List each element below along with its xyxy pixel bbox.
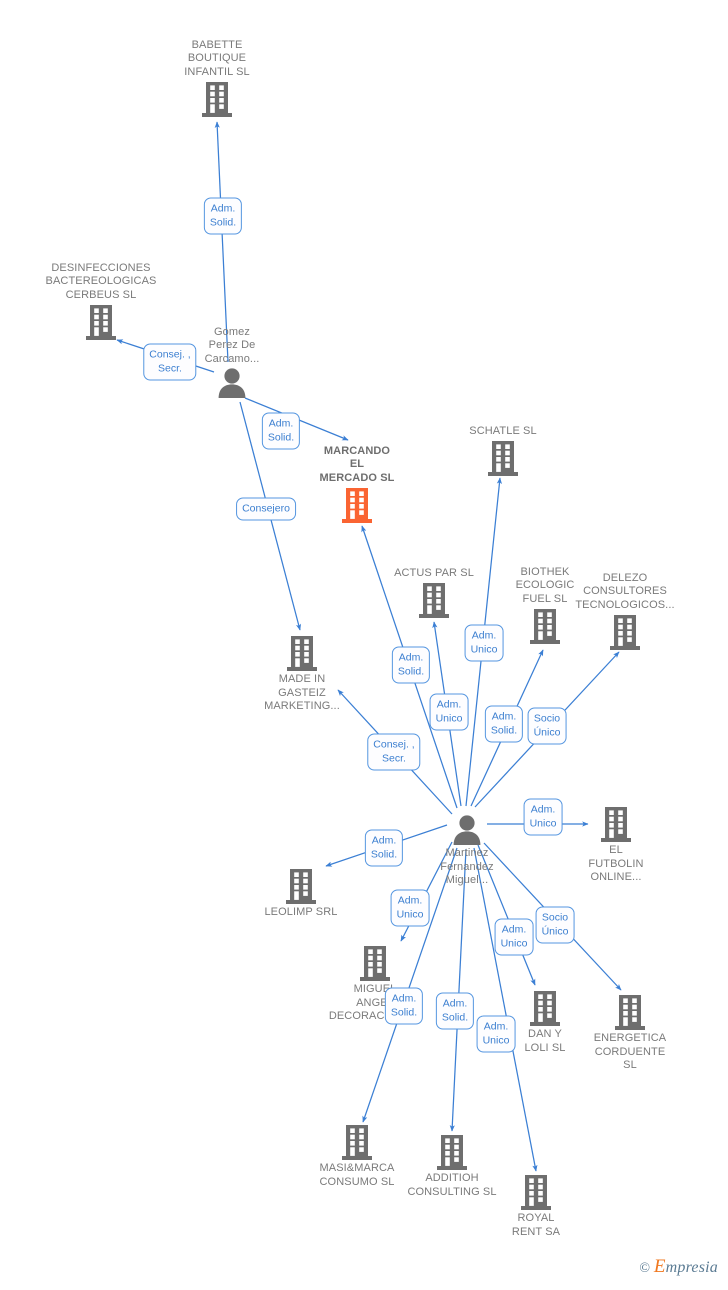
node-label: DESINFECCIONES BACTEREOLOGICAS CERBEUS S…	[45, 261, 157, 301]
building-icon	[282, 486, 432, 524]
relation-badge-desinf[interactable]: Consej. , Secr.	[143, 343, 197, 381]
node-label: MADE IN GASTEIZ MARKETING...	[264, 673, 340, 712]
relation-badge-schatle[interactable]: Adm. Unico	[464, 624, 504, 662]
relation-badge-biothek[interactable]: Adm. Solid.	[484, 705, 524, 743]
building-icon	[377, 1133, 527, 1171]
company-node-energetica[interactable]: ENERGETICA CORDUENTE SL	[555, 993, 705, 1073]
company-node-leolimp[interactable]: LEOLIMP SRL	[226, 867, 376, 920]
relation-badge-marcando2[interactable]: Adm. Unico	[429, 693, 469, 731]
relation-badge-danyloli[interactable]: Adm. Unico	[494, 918, 534, 956]
relation-badge-miguel[interactable]: Adm. Unico	[390, 889, 430, 927]
node-label: ROYAL RENT SA	[511, 1212, 561, 1238]
building-icon	[227, 634, 377, 672]
copyright-symbol: ©	[639, 1261, 651, 1276]
company-node-schatle[interactable]: SCHATLE SL	[428, 425, 578, 478]
company-node-miguelangel[interactable]: MIGUEL ANGEL DECORACION SL	[300, 944, 450, 1024]
building-icon	[461, 1173, 611, 1211]
node-label: Martinez Fernandez Miguel...	[440, 847, 494, 886]
company-node-madein[interactable]: MADE IN GASTEIZ MARKETING...	[227, 634, 377, 714]
building-icon	[428, 439, 578, 477]
building-icon	[541, 805, 691, 843]
brand-rest: mpresia	[665, 1259, 718, 1276]
person-icon	[392, 814, 542, 846]
company-node-delezo[interactable]: DELEZO CONSULTORES TECNOLOGICOS...	[550, 572, 700, 652]
company-node-marcando[interactable]: MARCANDO EL MERCADO SL	[282, 445, 432, 525]
company-node-royal[interactable]: ROYAL RENT SA	[461, 1173, 611, 1239]
node-label: ENERGETICA CORDUENTE SL	[593, 1032, 667, 1071]
relation-badge-actus[interactable]: Adm. Solid.	[391, 646, 431, 684]
relation-badge-marcando[interactable]: Adm. Solid.	[261, 412, 301, 450]
relation-badge-masimarca[interactable]: Adm. Solid.	[384, 987, 424, 1025]
brand-name: Empresia	[653, 1256, 718, 1277]
building-icon	[555, 993, 705, 1031]
relation-badge-leolimp[interactable]: Adm. Solid.	[364, 829, 404, 867]
relation-badge-additioh[interactable]: Adm. Solid.	[435, 992, 475, 1030]
node-label: LEOLIMP SRL	[264, 906, 338, 918]
relation-badge-babette[interactable]: Adm. Solid.	[203, 197, 243, 235]
node-label: EL FUTBOLIN ONLINE...	[588, 844, 644, 883]
node-label: MIGUEL ANGEL DECORACION SL	[328, 983, 421, 1022]
brand-initial: E	[653, 1256, 666, 1277]
building-icon	[26, 303, 176, 341]
node-label: DELEZO CONSULTORES TECNOLOGICOS...	[575, 571, 675, 611]
building-icon	[550, 613, 700, 651]
relation-badge-madein2[interactable]: Consej. , Secr.	[367, 733, 421, 771]
relation-badge-royal[interactable]: Adm. Unico	[476, 1015, 516, 1053]
node-label: SCHATLE SL	[469, 424, 537, 437]
company-node-desinfecciones[interactable]: DESINFECCIONES BACTEREOLOGICAS CERBEUS S…	[26, 262, 176, 342]
company-node-babette[interactable]: BABETTE BOUTIQUE INFANTIL SL	[142, 39, 292, 119]
edge-martinez-to-additioh	[449, 848, 467, 1132]
relation-badge-energetica[interactable]: Socio Único	[535, 906, 575, 944]
empresia-watermark: © Empresia	[639, 1256, 718, 1278]
building-icon	[226, 867, 376, 905]
node-label: MARCANDO EL MERCADO SL	[319, 444, 395, 484]
relation-badge-delezo[interactable]: Socio Único	[527, 707, 567, 745]
relationship-graph-canvas: BABETTE BOUTIQUE INFANTIL SL DESINFECCION…	[0, 0, 728, 1290]
building-icon	[300, 944, 450, 982]
relation-badge-madein1[interactable]: Consejero	[236, 497, 296, 521]
company-node-futbolin[interactable]: EL FUTBOLIN ONLINE...	[541, 805, 691, 885]
node-label: BABETTE BOUTIQUE INFANTIL SL	[184, 38, 250, 78]
person-node-martinez[interactable]: Martinez Fernandez Miguel...	[392, 814, 542, 888]
building-icon	[142, 80, 292, 118]
relation-badge-futbolin[interactable]: Adm. Unico	[523, 798, 563, 836]
